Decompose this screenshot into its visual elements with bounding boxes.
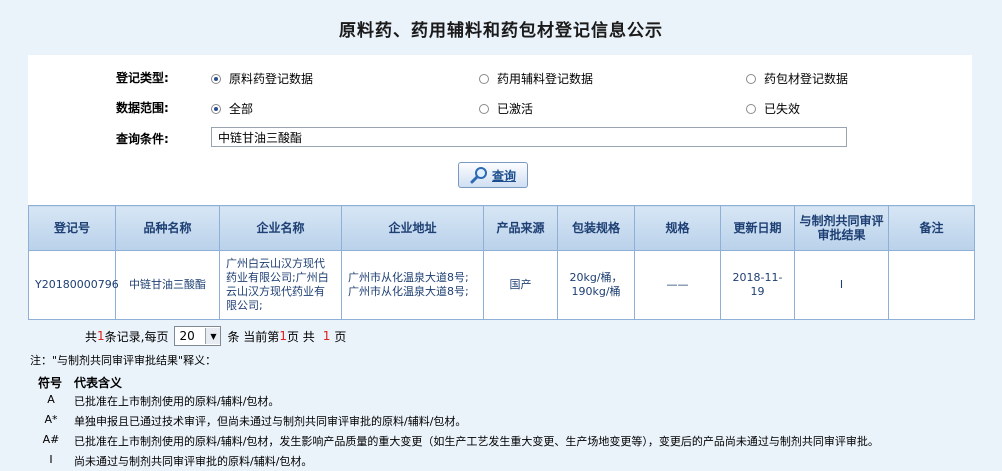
radio-dot[interactable] [479, 103, 489, 114]
radio-dot[interactable] [211, 103, 221, 114]
pager-suffix: 页 [334, 329, 347, 344]
col-header: 包装规格 [557, 205, 635, 251]
col-header: 企业地址 [341, 205, 484, 251]
pager-current-prefix: 条 当前第 [227, 329, 280, 344]
radio-label: 原料药登记数据 [229, 72, 314, 86]
col-header: 登记号 [28, 205, 116, 251]
note-meaning: 尚未通过与制剂共同审评审批的原料/辅料/包材。 [74, 455, 313, 468]
col-header: 备注 [888, 205, 975, 251]
note-symbol: A [47, 393, 55, 406]
radio-dot[interactable] [211, 73, 221, 84]
page-size-value: 20 [179, 329, 195, 343]
col-header: 产品来源 [483, 205, 558, 251]
note-meaning: 单独申报且已通过技术审评，但尚未通过与制剂共同审评审批的原料/辅料/包材。 [74, 415, 467, 428]
cell-update-date: 2018-11-19 [720, 250, 795, 320]
search-form: 登记类型: 原料药登记数据 药用辅料登记数据 药包材登记数据 数据范围: 全部 … [28, 55, 972, 205]
query-button[interactable]: 查询 [458, 162, 528, 188]
page-title: 原料药、药用辅料和药包材登记信息公示 [339, 21, 663, 41]
reg-type-row: 登记类型: 原料药登记数据 药用辅料登记数据 药包材登记数据 [28, 67, 972, 87]
col-header: 与制剂共同审评审批结果 [794, 205, 889, 251]
notes-heading: 注："与制剂共同审评审批结果"释义： [30, 354, 217, 367]
radio-dot[interactable] [746, 103, 756, 114]
scope-radio-all[interactable]: 全部 [211, 100, 253, 117]
page-size-select[interactable]: 20 ▼ [174, 326, 222, 346]
cell-variety: 中链甘油三酸酯 [115, 250, 220, 320]
radio-dot[interactable] [479, 73, 489, 84]
query-label: 查询条件: [116, 132, 169, 146]
reg-type-radio-packaging[interactable]: 药包材登记数据 [746, 70, 848, 87]
cell-company: 广州白云山汉方现代药业有限公司;广州白云山汉方现代药业有限公司; [219, 250, 342, 320]
col-header: 规格 [634, 205, 721, 251]
cell-review-result: I [794, 250, 889, 320]
query-button-label: 查询 [491, 168, 516, 183]
note-symbol: A# [42, 433, 60, 446]
cell-reg-no[interactable]: Y20180000796 [28, 250, 119, 320]
pagination: 共 1 条记录,每页 20 ▼ 条 当前第 1 页 共 1 页 [85, 326, 346, 346]
radio-dot[interactable] [746, 73, 756, 84]
pager-total-prefix: 页 共 [286, 329, 315, 344]
cell-packaging: 20kg/桶，190kg/桶 [557, 250, 635, 320]
table-header-row: 登记号 品种名称 企业名称 企业地址 产品来源 包装规格 规格 更新日期 与制剂… [28, 205, 975, 251]
total-pages: 1 [322, 329, 331, 343]
scope-radio-active[interactable]: 已激活 [479, 100, 533, 117]
record-count: 1 [97, 329, 105, 343]
query-input[interactable] [211, 127, 847, 147]
notes-col-symbol: 符号 [38, 376, 63, 390]
note-symbol: A* [44, 413, 58, 426]
radio-label: 已失效 [764, 102, 801, 116]
scope-radio-expired[interactable]: 已失效 [746, 100, 800, 117]
radio-label: 药用辅料登记数据 [497, 72, 594, 86]
magnifier-icon [470, 167, 487, 184]
reg-type-radio-excipient[interactable]: 药用辅料登记数据 [479, 70, 593, 87]
page-header: 原料药、药用辅料和药包材登记信息公示 [0, 0, 1002, 56]
col-header: 更新日期 [720, 205, 795, 251]
reg-type-label: 登记类型: [116, 71, 169, 85]
pager-mid: 条记录,每页 [104, 329, 169, 344]
notes-col-meaning: 代表含义 [74, 376, 123, 390]
radio-label: 全部 [229, 102, 254, 116]
results-table: 登记号 品种名称 企业名称 企业地址 产品来源 包装规格 规格 更新日期 与制剂… [28, 205, 975, 320]
current-page: 1 [279, 329, 287, 343]
chevron-down-icon[interactable]: ▼ [205, 328, 221, 344]
reg-type-radio-api[interactable]: 原料药登记数据 [211, 70, 313, 87]
pager-prefix: 共 [85, 329, 98, 344]
cell-spec: —— [634, 250, 721, 320]
note-symbol: I [49, 453, 53, 466]
note-meaning: 已批准在上市制剂使用的原料/辅料/包材，发生影响产品质量的重大变更（如生产工艺发… [74, 435, 879, 448]
cell-remark [888, 250, 975, 320]
note-meaning: 已批准在上市制剂使用的原料/辅料/包材。 [74, 395, 280, 408]
cell-address: 广州市从化温泉大道8号;广州市从化温泉大道8号; [341, 250, 484, 320]
scope-label: 数据范围: [116, 101, 169, 115]
col-header: 企业名称 [219, 205, 342, 251]
radio-label: 药包材登记数据 [764, 72, 849, 86]
cell-source: 国产 [483, 250, 558, 320]
table-row[interactable]: Y20180000796 中链甘油三酸酯 广州白云山汉方现代药业有限公司;广州白… [28, 250, 975, 320]
query-row: 查询条件: [28, 127, 972, 148]
col-header: 品种名称 [115, 205, 220, 251]
radio-label: 已激活 [497, 102, 534, 116]
scope-row: 数据范围: 全部 已激活 已失效 [28, 97, 972, 117]
